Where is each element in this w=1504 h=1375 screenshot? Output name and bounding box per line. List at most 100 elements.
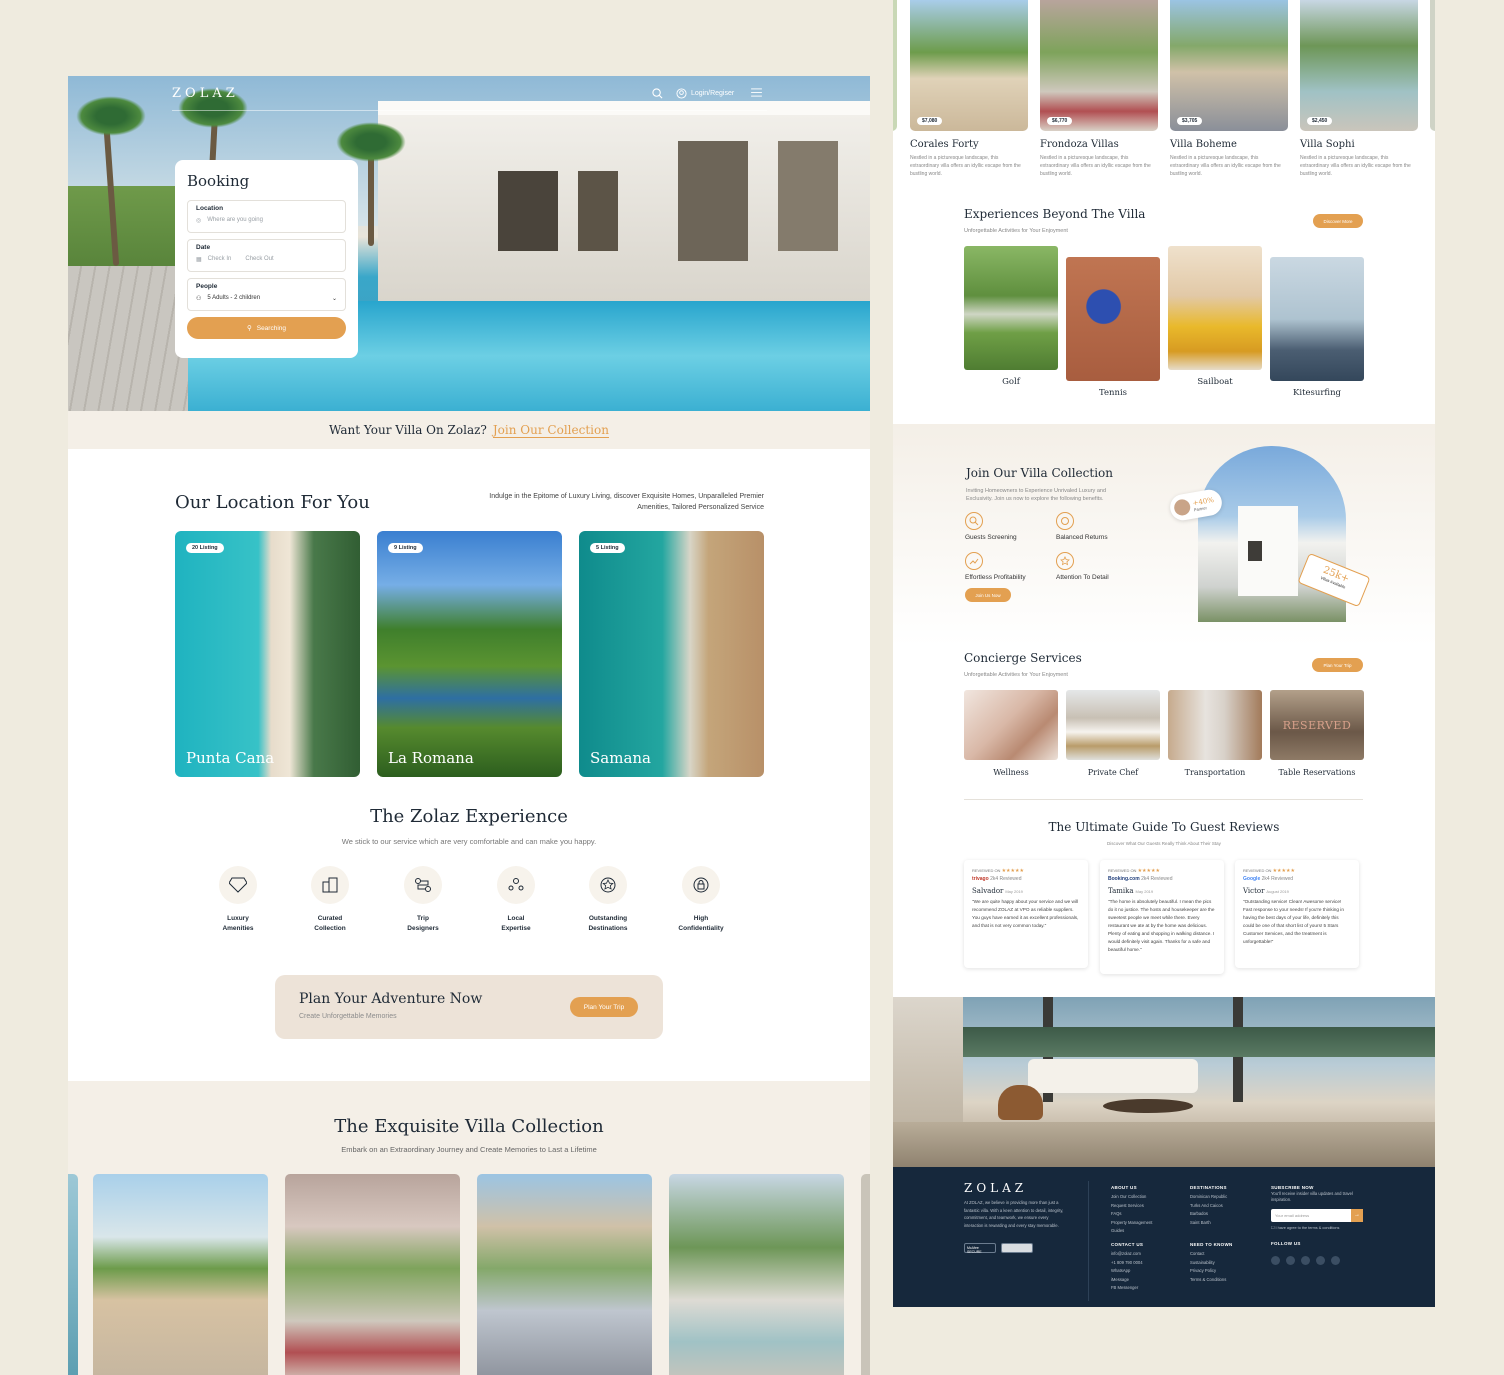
footer-link[interactable]: Request Services <box>1111 1202 1152 1211</box>
locations-description: Indulge in the Epitome of Luxury Living,… <box>489 493 764 511</box>
avatar <box>1172 498 1192 517</box>
activity-label: Sailboat <box>1197 377 1233 387</box>
login-link[interactable]: Login/Regiser <box>676 88 734 99</box>
villa-card-image[interactable]: $7,080 <box>910 0 1028 131</box>
footer-link[interactable]: Join Our Collection <box>1111 1193 1152 1202</box>
review-card: REVIEWED ON ★★★★★ Google 2k4 Reviewed Vi… <box>1235 860 1359 968</box>
footer-link[interactable]: Turks And Caicos <box>1190 1202 1227 1211</box>
menu-icon[interactable] <box>751 88 762 97</box>
villa-collection-section: The Exquisite Villa Collection Embark on… <box>68 1081 870 1375</box>
benefit-label: Effortless Profitability <box>965 574 1026 581</box>
footer-link[interactable]: Barbados <box>1190 1210 1227 1219</box>
villa-image[interactable] <box>477 1174 652 1375</box>
location-card-la-romana[interactable]: 9 Listing La Romana <box>377 531 562 777</box>
rating-stars: ★★★★★ <box>1272 868 1295 874</box>
villa-name[interactable]: Villa Sophi <box>1300 139 1355 150</box>
location-card-samana[interactable]: 5 Listing Samana <box>579 531 764 777</box>
location-field[interactable]: Location ◎ Where are you going <box>187 200 346 233</box>
villa-image[interactable] <box>669 1174 844 1375</box>
sofa <box>1028 1059 1198 1093</box>
site-logo[interactable]: ZOLAZ <box>172 86 239 101</box>
footer-link[interactable]: Guides <box>1111 1227 1152 1236</box>
villa-card-image[interactable]: $6,770 <box>1040 0 1158 131</box>
checkout-input[interactable]: Check Out <box>245 256 273 263</box>
footer-link[interactable]: Contact <box>1190 1250 1226 1259</box>
tennis-image[interactable] <box>1066 257 1160 381</box>
sailboat-image[interactable] <box>1168 246 1262 370</box>
transportation-image[interactable] <box>1168 690 1262 760</box>
email-input[interactable]: Your email address <box>1271 1213 1351 1218</box>
villa-card-partial <box>1430 0 1435 131</box>
join-us-button[interactable]: Join Us Now <box>965 588 1011 602</box>
arrow-right-icon[interactable]: → <box>1351 1209 1363 1222</box>
villa-name[interactable]: Corales Forty <box>910 139 979 150</box>
villa-image-partial <box>861 1174 870 1375</box>
wellness-image[interactable] <box>964 690 1058 760</box>
villa-image[interactable] <box>285 1174 460 1375</box>
social-links <box>1271 1252 1346 1270</box>
plan-trip-button[interactable]: Plan Your Trip <box>1312 658 1363 672</box>
footer-logo[interactable]: ZOLAZ <box>964 1181 1027 1195</box>
footer-links-destinations: Dominican Republic Turks And Caicos Barb… <box>1190 1193 1227 1227</box>
villa-arch-image <box>1198 446 1346 622</box>
instagram-icon[interactable] <box>1286 1256 1295 1265</box>
plan-adventure-card: Plan Your Adventure Now Create Unforgett… <box>275 975 663 1039</box>
pinterest-icon[interactable] <box>1331 1256 1340 1265</box>
feature-label: Destinations <box>588 925 628 932</box>
search-button[interactable]: ⚲ Searching <box>187 317 346 339</box>
twitter-icon[interactable] <box>1316 1256 1325 1265</box>
villa-card-image[interactable]: $2,450 <box>1300 0 1418 131</box>
golf-image[interactable] <box>964 246 1058 370</box>
listing-badge: 9 Listing <box>388 543 423 553</box>
youtube-icon[interactable] <box>1301 1256 1310 1265</box>
rating-stars: ★★★★★ <box>1001 868 1024 874</box>
villa-image[interactable] <box>93 1174 268 1375</box>
footer-link[interactable]: iMessage <box>1111 1276 1143 1285</box>
terms-checkbox[interactable]: ☐ I have agree to the terms & conditions <box>1271 1224 1339 1233</box>
people-field[interactable]: People ⚇ 5 Adults - 2 children ⌄ <box>187 278 346 311</box>
feature-label: Expertise <box>501 925 531 932</box>
footer-link[interactable]: info@zolaz.com <box>1111 1250 1143 1259</box>
join-collection-link[interactable]: Join Our Collection <box>492 423 609 438</box>
footer-link[interactable]: Dominican Republic <box>1190 1193 1227 1202</box>
reviewer-name: Salvador <box>972 887 1004 895</box>
benefit-label: Attention To Detail <box>1056 574 1109 581</box>
plan-trip-button[interactable]: Plan Your Trip <box>570 997 638 1017</box>
footer-link[interactable]: WhatsApp <box>1111 1267 1143 1276</box>
footer-link[interactable]: FAQs <box>1111 1210 1152 1219</box>
footer-link[interactable]: Terms & Conditions <box>1190 1276 1226 1285</box>
footer-link[interactable]: Privacy Policy <box>1190 1267 1226 1276</box>
kitesurfing-image[interactable] <box>1270 257 1364 381</box>
facebook-icon[interactable] <box>1271 1256 1280 1265</box>
reviewer-name: Tamika <box>1108 887 1134 895</box>
villa-name[interactable]: Frondoza Villas <box>1040 139 1119 150</box>
villa-card-image[interactable]: $3,705 <box>1170 0 1288 131</box>
private-chef-image[interactable] <box>1066 690 1160 760</box>
villa-name[interactable]: Villa Boheme <box>1170 139 1237 150</box>
pin-icon: ◎ <box>196 218 202 224</box>
table-reservations-image[interactable]: RESERVED <box>1270 690 1364 760</box>
date-field[interactable]: Date ▦ Check In Check Out <box>187 239 346 272</box>
search-icon[interactable] <box>652 88 663 99</box>
login-label: Login/Regiser <box>691 90 735 97</box>
footer-links-need: Contact Sustainability Privacy Policy Te… <box>1190 1250 1226 1284</box>
experience-title: The Zolaz Experience <box>370 806 568 827</box>
feature-curated-collection: Curated Collection <box>290 866 370 934</box>
plan-title: Plan Your Adventure Now <box>299 991 483 1007</box>
checkin-input[interactable]: Check In <box>208 256 232 263</box>
discover-more-button[interactable]: Discover More <box>1313 214 1363 228</box>
reviewed-on-label: REVIEWED ON <box>1108 868 1137 873</box>
footer-link[interactable]: Property Management <box>1111 1219 1152 1228</box>
footer-link[interactable]: +1 809 790 0004 <box>1111 1259 1143 1268</box>
location-card-punta-cana[interactable]: 20 Listing Punta Cana <box>175 531 360 777</box>
rating-stars: ★★★★★ <box>1137 868 1160 874</box>
villa-description: Nestled in a picturesque landscape, this… <box>1300 155 1411 177</box>
footer-link[interactable]: Sustainability <box>1190 1259 1226 1268</box>
feature-label: Amenities <box>222 925 254 932</box>
footer-link[interactable]: FB Messenger <box>1111 1284 1143 1293</box>
villa-description: Nestled in a picturesque landscape, this… <box>1170 155 1281 177</box>
location-name: Punta Cana <box>186 749 275 767</box>
floor <box>893 1122 1435 1167</box>
reviewer-name: Victor <box>1243 887 1265 895</box>
footer-link[interactable]: Saint Barth <box>1190 1219 1227 1228</box>
